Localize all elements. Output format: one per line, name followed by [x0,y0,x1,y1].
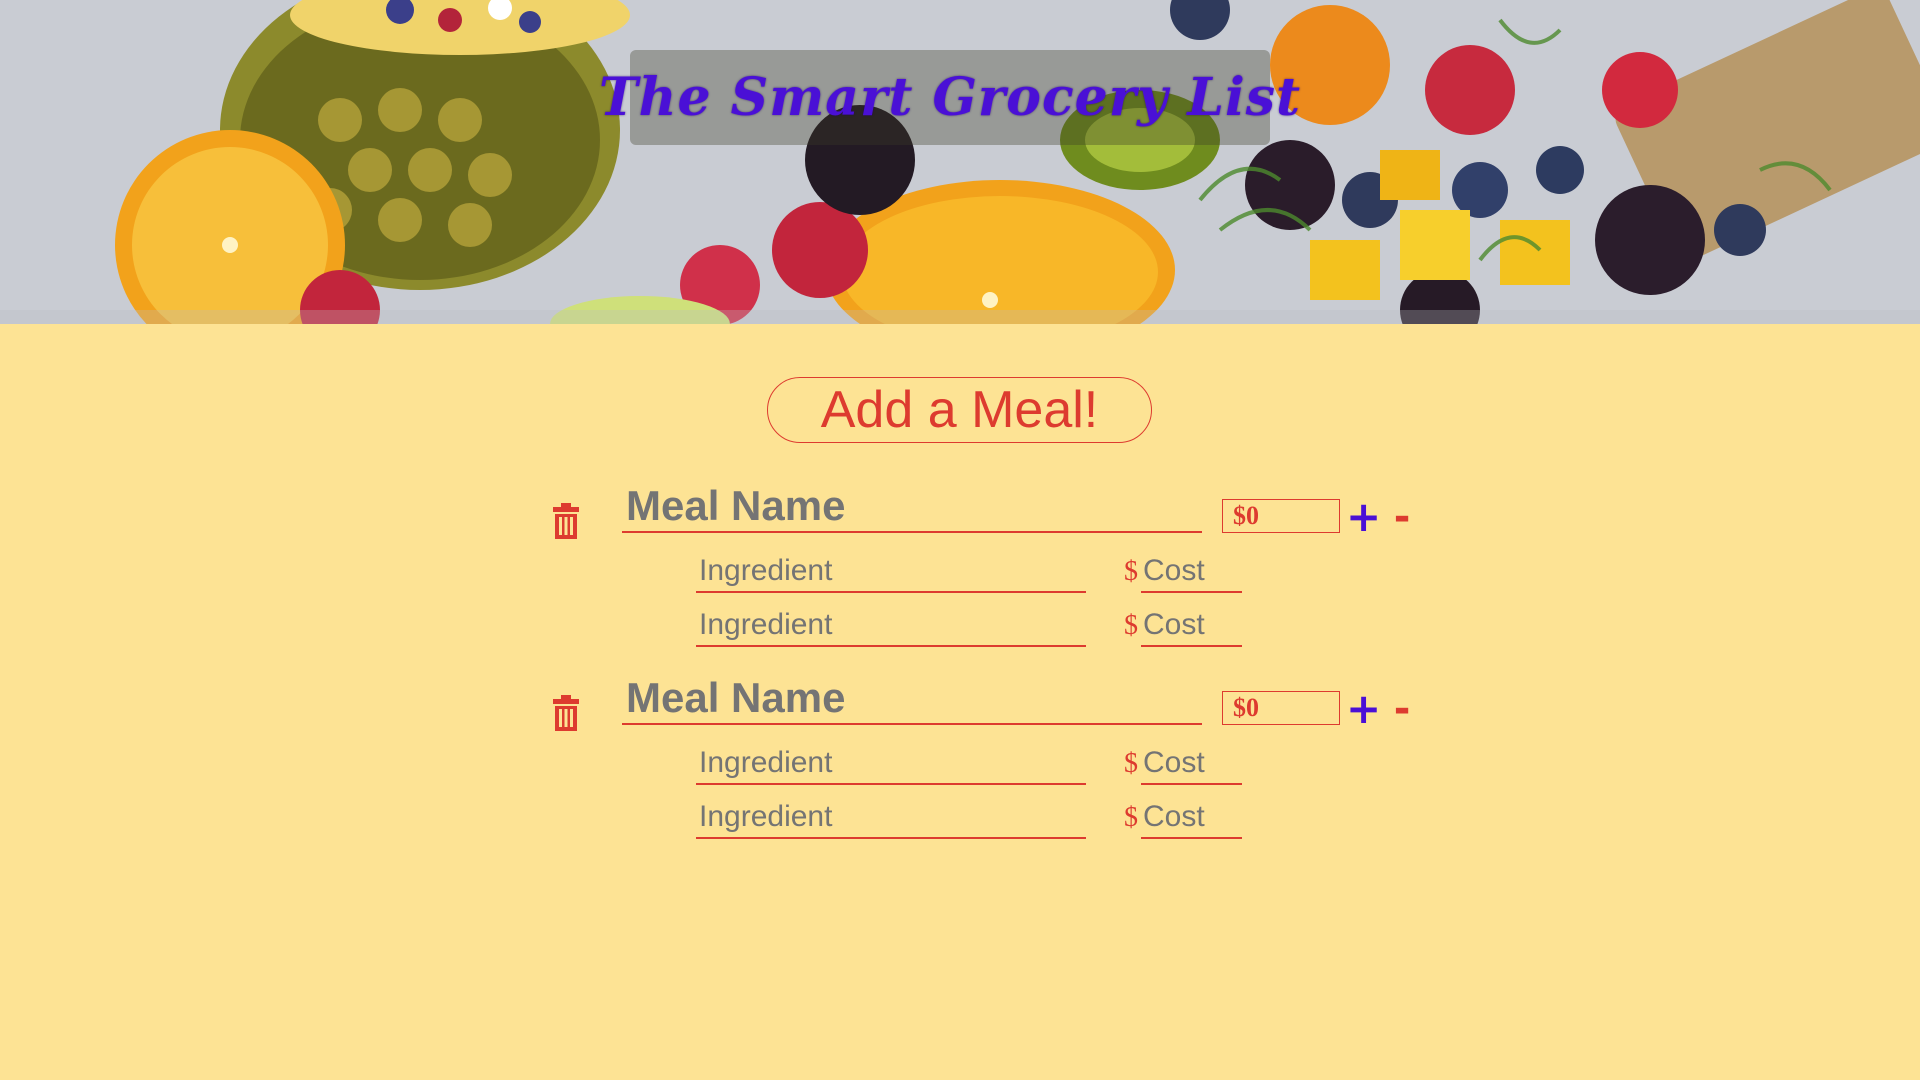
remove-ingredient-button[interactable]: - [1388,687,1416,731]
trash-icon[interactable] [551,695,581,731]
ingredient-row: $ [0,797,1920,841]
ingredient-name-input[interactable] [696,605,1086,647]
ingredient-cost-input[interactable] [1141,605,1242,647]
ingredient-cost-input[interactable] [1141,551,1242,593]
remove-ingredient-button[interactable]: - [1388,495,1416,539]
currency-symbol: $ [1124,802,1138,833]
ingredient-row: $ [0,551,1920,595]
fruit-platter-image [0,0,1920,324]
ingredient-name-input[interactable] [696,743,1086,785]
add-meal-button[interactable]: Add a Meal! [767,377,1152,443]
ingredient-cost-input[interactable] [1141,797,1242,839]
currency-symbol: $ [1124,610,1138,641]
ingredient-cost-input[interactable] [1141,743,1242,785]
meal-name-input[interactable] [622,481,1202,533]
meal-total-field [1222,691,1340,725]
page-title: The Smart Grocery List [598,67,1302,128]
ingredient-name-input[interactable] [696,797,1086,839]
meal-name-input[interactable] [622,673,1202,725]
trash-icon[interactable] [551,503,581,539]
header-banner: The Smart Grocery List [0,0,1920,324]
meal-total-field [1222,499,1340,533]
meal-card: + - $ $ [0,481,1920,671]
ingredient-name-input[interactable] [696,551,1086,593]
currency-symbol: $ [1124,748,1138,779]
ingredient-row: $ [0,743,1920,787]
meal-card: + - $ $ [0,673,1920,863]
ingredient-row: $ [0,605,1920,649]
add-ingredient-button[interactable]: + [1346,495,1381,539]
add-ingredient-button[interactable]: + [1346,687,1381,731]
currency-symbol: $ [1124,556,1138,587]
title-backdrop: The Smart Grocery List [599,50,1300,145]
